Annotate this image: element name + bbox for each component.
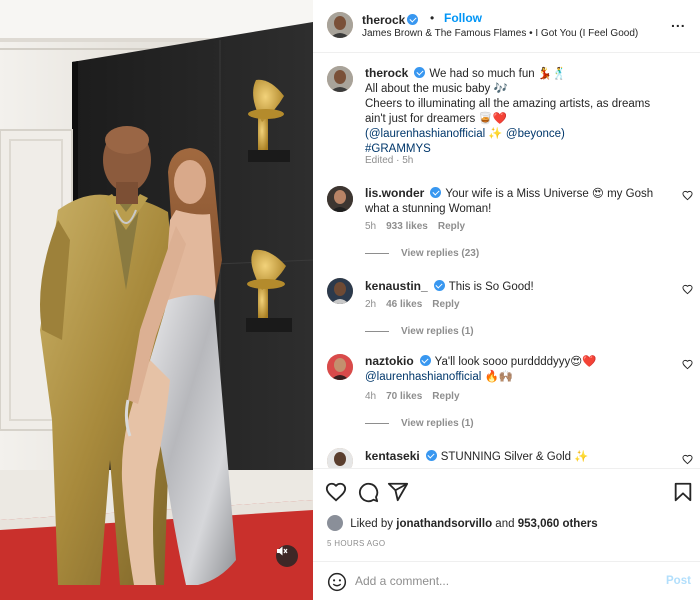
- comment-likes[interactable]: 933 likes: [386, 221, 428, 232]
- comment-likes[interactable]: 46 likes: [386, 299, 422, 310]
- verified-icon: [407, 14, 419, 25]
- comment-time: 5h: [365, 221, 377, 232]
- mute-button[interactable]: [276, 545, 298, 567]
- author-username[interactable]: therock: [362, 13, 405, 27]
- comment-body: Ya'll look sooo purddddyyy😍❤️: [434, 356, 597, 368]
- reply-button[interactable]: Reply: [432, 391, 459, 402]
- share-icon[interactable]: [387, 481, 409, 503]
- view-replies-button[interactable]: View replies (1): [365, 418, 474, 429]
- caption-mention-1[interactable]: @laurenhashianofficial: [369, 128, 485, 140]
- comment-like-icon[interactable]: [682, 454, 693, 465]
- likes-summary: Liked by jonathandsorvillo and 953,060 o…: [327, 515, 598, 531]
- liker-avatar[interactable]: [327, 515, 343, 531]
- comment-meta: 2h 46 likes Reply: [365, 299, 470, 310]
- comment-time: 4h: [365, 391, 377, 402]
- more-icon[interactable]: ...: [671, 14, 686, 30]
- comment-text: lis.wonder Your wife is a Miss Universe 😍…: [365, 186, 665, 217]
- caption-line-3: Cheers to illuminating all the amazing a…: [365, 98, 651, 125]
- post-header: therock • Follow James Brown & The Famou…: [313, 0, 700, 53]
- comment-meta: 5h 933 likes Reply: [365, 221, 475, 232]
- caption-edited-time: Edited · 5h: [365, 155, 414, 166]
- reply-button[interactable]: Reply: [438, 221, 465, 232]
- comment-body: STUNNING Silver & Gold ✨: [440, 451, 589, 463]
- verified-icon: [433, 280, 445, 291]
- caption-line-2: All about the music baby 🎶: [365, 83, 508, 95]
- commenter-username[interactable]: lis.wonder: [365, 186, 424, 200]
- caption-line-1: We had so much fun 💃🕺: [429, 68, 567, 80]
- comment-text: naztokio Ya'll look sooo purddddyyy😍❤️ @l…: [365, 354, 665, 385]
- comment-text: kenaustin_ This is So Good!: [365, 279, 665, 295]
- mute-icon: [277, 546, 288, 556]
- caption-meta: Edited · 5h: [365, 155, 423, 166]
- caption-mention-2[interactable]: @beyonce: [506, 128, 561, 140]
- comment-like-icon[interactable]: [682, 190, 693, 201]
- comment-meta: 4h 70 likes Reply: [365, 391, 470, 402]
- commenter-avatar[interactable]: [327, 186, 353, 212]
- comment-like-icon[interactable]: [682, 284, 693, 295]
- comment-likes[interactable]: 70 likes: [386, 391, 422, 402]
- caption-hashtag[interactable]: #GRAMMYS: [365, 143, 431, 155]
- emoji-icon[interactable]: [327, 572, 347, 592]
- comment-mention[interactable]: @laurenhashianofficial: [365, 371, 481, 383]
- view-replies-button[interactable]: View replies (1): [365, 326, 474, 337]
- verified-icon: [414, 67, 426, 78]
- likes-count[interactable]: 953,060 others: [518, 518, 598, 530]
- author-username-row[interactable]: therock: [362, 11, 419, 29]
- commenter-username[interactable]: kenaustin_: [365, 279, 428, 293]
- author-avatar[interactable]: [327, 12, 353, 38]
- caption-sparkle: ✨: [485, 128, 506, 140]
- post-video[interactable]: [0, 0, 313, 600]
- verified-icon: [419, 355, 431, 366]
- liker-username[interactable]: jonathandsorvillo: [396, 518, 492, 530]
- view-replies-button[interactable]: View replies (23): [365, 248, 479, 259]
- comment-icon[interactable]: [357, 481, 379, 503]
- header-separator: •: [430, 11, 435, 25]
- likes-prefix: Liked by: [350, 518, 394, 530]
- comment-body: This is So Good!: [448, 281, 534, 293]
- likes-and: and: [495, 518, 515, 530]
- video-frame: [0, 0, 313, 600]
- commenter-avatar[interactable]: [327, 278, 353, 304]
- comment-like-icon[interactable]: [682, 359, 693, 370]
- reply-button[interactable]: Reply: [432, 299, 459, 310]
- verified-icon: [425, 450, 437, 461]
- audio-track-link[interactable]: James Brown & The Famous Flames • I Got …: [362, 28, 638, 39]
- comment-time: 2h: [365, 299, 377, 310]
- heart-icon[interactable]: [325, 481, 347, 503]
- caption-text: therock We had so much fun 💃🕺 All about t…: [365, 66, 665, 157]
- author-avatar[interactable]: [327, 66, 353, 92]
- comments-list[interactable]: therock We had so much fun 💃🕺 All about t…: [313, 54, 700, 468]
- post-actions: Liked by jonathandsorvillo and 953,060 o…: [313, 468, 700, 558]
- comment-body-2: 🔥🙌🏽: [481, 371, 514, 383]
- comment-input[interactable]: [355, 572, 635, 590]
- commenter-username[interactable]: naztokio: [365, 354, 414, 368]
- caption-mention-close: ): [561, 128, 565, 140]
- commenter-avatar[interactable]: [327, 354, 353, 380]
- commenter-avatar[interactable]: [327, 448, 353, 468]
- verified-icon: [430, 187, 442, 198]
- comment-text: kentaseki STUNNING Silver & Gold ✨: [365, 449, 665, 465]
- bookmark-icon[interactable]: [672, 481, 694, 503]
- post-details-panel: therock • Follow James Brown & The Famou…: [313, 0, 700, 600]
- commenter-username[interactable]: kentaseki: [365, 449, 420, 463]
- caption-username[interactable]: therock: [365, 66, 408, 80]
- follow-button[interactable]: Follow: [444, 11, 482, 25]
- post-timestamp[interactable]: 5 HOURS AGO: [327, 539, 385, 548]
- add-comment-bar: Post: [313, 561, 700, 600]
- post-comment-button[interactable]: Post: [666, 575, 691, 587]
